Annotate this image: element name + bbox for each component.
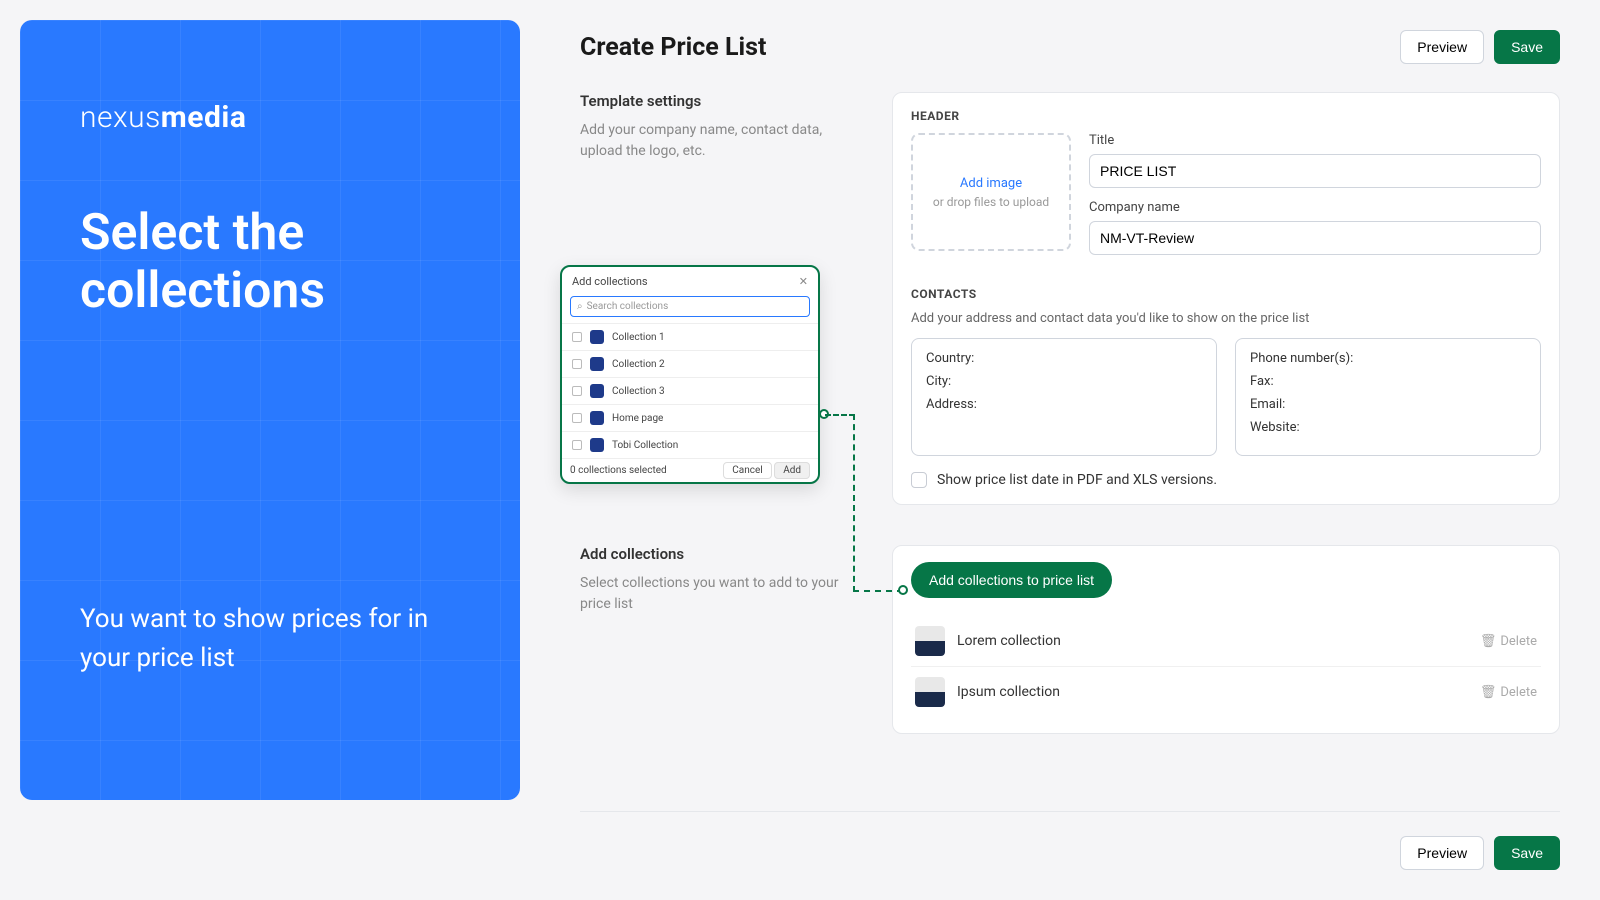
collection-row: Ipsum collection 🗑 Delete [911, 666, 1541, 717]
preview-button[interactable]: Preview [1400, 30, 1484, 64]
title-field-label: Title [1089, 133, 1541, 148]
contacts-right-box[interactable]: Phone number(s): Fax: Email: Website: [1235, 338, 1541, 456]
collection-thumb-icon [590, 384, 604, 398]
collection-thumb-icon [590, 411, 604, 425]
add-collections-desc: Select collections you want to add to yo… [580, 573, 860, 615]
delete-button[interactable]: 🗑 Delete [1480, 685, 1537, 700]
collection-thumb-icon [590, 357, 604, 371]
trash-icon: 🗑 [1480, 634, 1497, 649]
collection-name: Lorem collection [957, 633, 1480, 649]
trash-icon: 🗑 [1480, 685, 1497, 700]
modal-checkbox[interactable] [572, 413, 582, 423]
contact-country: Country: [926, 351, 1202, 366]
add-collections-heading: Add collections [580, 545, 860, 563]
save-button[interactable]: Save [1494, 836, 1560, 870]
add-collections-button[interactable]: Add collections to price list [911, 562, 1112, 598]
collection-thumb-icon [915, 677, 945, 707]
add-image-link[interactable]: Add image [960, 176, 1022, 191]
modal-checkbox[interactable] [572, 386, 582, 396]
preview-button[interactable]: Preview [1400, 836, 1484, 870]
collections-card: Add collections to price list Lorem coll… [892, 545, 1560, 734]
collection-row: Lorem collection 🗑 Delete [911, 616, 1541, 666]
contact-email: Email: [1250, 397, 1526, 412]
show-date-checkbox[interactable] [911, 472, 927, 488]
contact-fax: Fax: [1250, 374, 1526, 389]
contacts-label: CONTACTS [911, 287, 1541, 301]
page-title: Create Price List [580, 33, 766, 62]
close-icon[interactable]: ✕ [799, 275, 808, 288]
brand-logo: nexusmedia [80, 100, 460, 135]
collection-thumb-icon [590, 438, 604, 452]
connector-line [825, 414, 855, 416]
add-collections-modal-preview: Add collections ✕ ⌕ Search collections C… [560, 265, 820, 484]
save-button[interactable]: Save [1494, 30, 1560, 64]
search-icon: ⌕ [577, 301, 583, 312]
hero-title: Select the collections [80, 205, 460, 320]
contact-city: City: [926, 374, 1202, 389]
upload-hint: or drop files to upload [933, 195, 1049, 209]
connector-line [853, 414, 855, 592]
image-uploader[interactable]: Add image or drop files to upload [911, 133, 1071, 251]
contacts-desc: Add your address and contact data you'd … [911, 311, 1541, 326]
template-settings-heading: Template settings [580, 92, 860, 110]
header-label: HEADER [911, 109, 1541, 123]
connector-dot [898, 585, 908, 595]
company-field-label: Company name [1089, 200, 1541, 215]
modal-checkbox[interactable] [572, 359, 582, 369]
contact-website: Website: [1250, 420, 1526, 435]
collection-thumb-icon [915, 626, 945, 656]
connector-line [853, 590, 903, 592]
template-settings-desc: Add your company name, contact data, upl… [580, 120, 860, 162]
modal-cancel-button[interactable]: Cancel [723, 462, 771, 479]
delete-button[interactable]: 🗑 Delete [1480, 634, 1537, 649]
header-contacts-card: HEADER Add image or drop files to upload… [892, 92, 1560, 505]
hero-subtitle: You want to show prices for in your pric… [80, 600, 460, 678]
modal-add-button[interactable]: Add [774, 462, 810, 479]
modal-checkbox[interactable] [572, 440, 582, 450]
hero-panel: nexusmedia Select the collections You wa… [20, 20, 520, 800]
collection-name: Ipsum collection [957, 684, 1480, 700]
contact-phone: Phone number(s): [1250, 351, 1526, 366]
modal-title: Add collections [572, 275, 648, 288]
company-input[interactable] [1089, 221, 1541, 255]
modal-selected-count: 0 collections selected [570, 465, 667, 476]
modal-search-input[interactable]: ⌕ Search collections [570, 296, 810, 317]
divider [580, 811, 1560, 812]
show-date-label: Show price list date in PDF and XLS vers… [937, 472, 1217, 488]
contact-address: Address: [926, 397, 1202, 412]
modal-checkbox[interactable] [572, 332, 582, 342]
collection-thumb-icon [590, 330, 604, 344]
title-input[interactable] [1089, 154, 1541, 188]
contacts-left-box[interactable]: Country: City: Address: [911, 338, 1217, 456]
